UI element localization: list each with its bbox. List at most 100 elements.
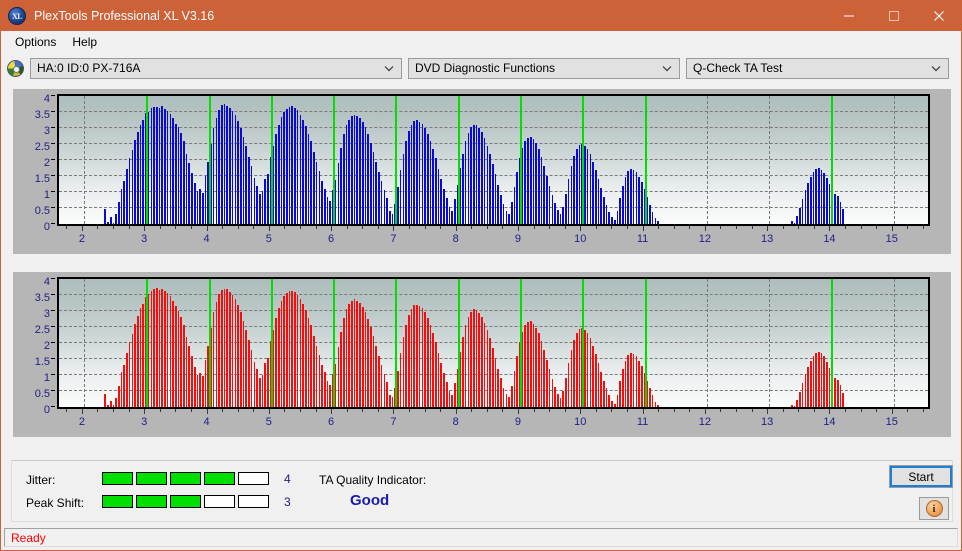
chart-bar [299,114,302,224]
x-axis-tick [845,226,847,229]
y-axis-label: 3.5 [34,109,50,121]
meter-segment [102,472,133,485]
meter-segment [136,472,167,485]
chart-bar [239,128,242,224]
x-axis-tick [66,409,68,412]
chart-bar [790,221,793,224]
chart-bar [567,179,570,224]
x-axis-tick [658,226,660,229]
chart-bar [313,335,315,407]
chart-bar [804,374,807,407]
marker-line [270,96,273,224]
y-axis-tick [51,191,55,192]
chart-bar [310,141,313,224]
chart-bar [177,311,180,407]
chart-bar [657,405,659,407]
chart-bar [565,193,567,224]
chart-bar [212,311,215,407]
test-select-value: Q-Check TA Test [693,61,783,75]
chart-bar [421,124,424,224]
chart-bar [467,132,470,224]
y-axis-tick [51,127,55,128]
x-axis-label: 5 [265,416,272,428]
chart-bar [443,189,445,224]
x-axis-tick [580,226,582,231]
marker-line [457,96,460,224]
chart-bar [258,377,261,407]
chart-bar [378,355,380,407]
x-axis-tick [720,409,722,412]
close-icon[interactable] [916,1,961,31]
y-axis-tick [51,358,55,359]
x-axis-tick [580,409,582,414]
chart-bar [356,300,359,407]
chart-bar [164,108,166,224]
chart-bar [529,136,532,224]
menu-item-help[interactable]: Help [64,33,105,51]
meter-segment [102,495,133,508]
test-select[interactable]: Q-Check TA Test [686,57,949,79]
chart-bar [654,401,657,407]
minimize-icon[interactable] [826,1,871,31]
chart-bar [389,394,391,407]
chart-bar [426,133,429,224]
function-select-value: DVD Diagnostic Functions [415,61,556,75]
chart-bar [367,134,369,224]
chart-bar [337,346,340,407]
chart-bar [823,356,826,407]
chart-bar [429,325,432,407]
chart-bar [237,304,239,407]
chart-bar [567,362,570,407]
chart-bar [497,368,499,407]
meter-segment [204,472,235,485]
marker-line [333,96,336,224]
chart-bar [589,338,592,407]
maximize-icon[interactable] [871,1,916,31]
chart-bar [280,116,283,224]
y-axis-label: 2.5 [34,324,50,336]
chart-bar [410,124,413,224]
chart-bar [153,288,155,407]
chart-bar [532,139,535,224]
drive-select[interactable]: HA:0 ID:0 PX-716A [30,57,402,79]
chart-bar [586,332,589,407]
chart-bar [459,351,462,407]
chart-bar [142,120,145,224]
x-axis-tick [424,226,426,229]
chart-bar [172,300,174,407]
chart-bar [215,302,218,407]
chart-bar [391,213,394,224]
info-button[interactable]: i [919,497,949,520]
chart-bar [416,304,418,407]
chart-bar [256,369,258,407]
jitter-chart-bars [59,96,928,224]
chart-bar [486,330,489,407]
x-axis-label: 2 [78,233,85,245]
y-axis-tick [51,406,55,407]
chart-bar [104,393,107,407]
x-axis-tick [673,409,675,412]
x-axis-tick [206,226,208,231]
x-axis-tick [689,409,691,412]
chart-bar [448,391,451,407]
function-select[interactable]: DVD Diagnostic Functions [408,57,680,79]
chart-bar [375,161,378,224]
x-axis-tick [237,226,239,229]
start-button[interactable]: Start [889,465,953,488]
chart-bar [538,333,540,407]
x-axis-label: 2 [78,416,85,428]
status-text: Ready [11,530,46,545]
marker-line [457,279,460,407]
x-axis-tick [813,409,815,412]
chart-bar [185,337,188,407]
chart-bar [557,209,559,224]
chart-bar [592,161,594,224]
menu-item-options[interactable]: Options [7,33,64,51]
meter-segment [170,495,201,508]
chart-bar [464,325,467,407]
x-axis-tick [860,409,862,412]
chart-bar [826,361,828,407]
chart-bar [440,179,443,224]
x-axis-tick [502,226,504,229]
chart-bar [136,131,139,224]
